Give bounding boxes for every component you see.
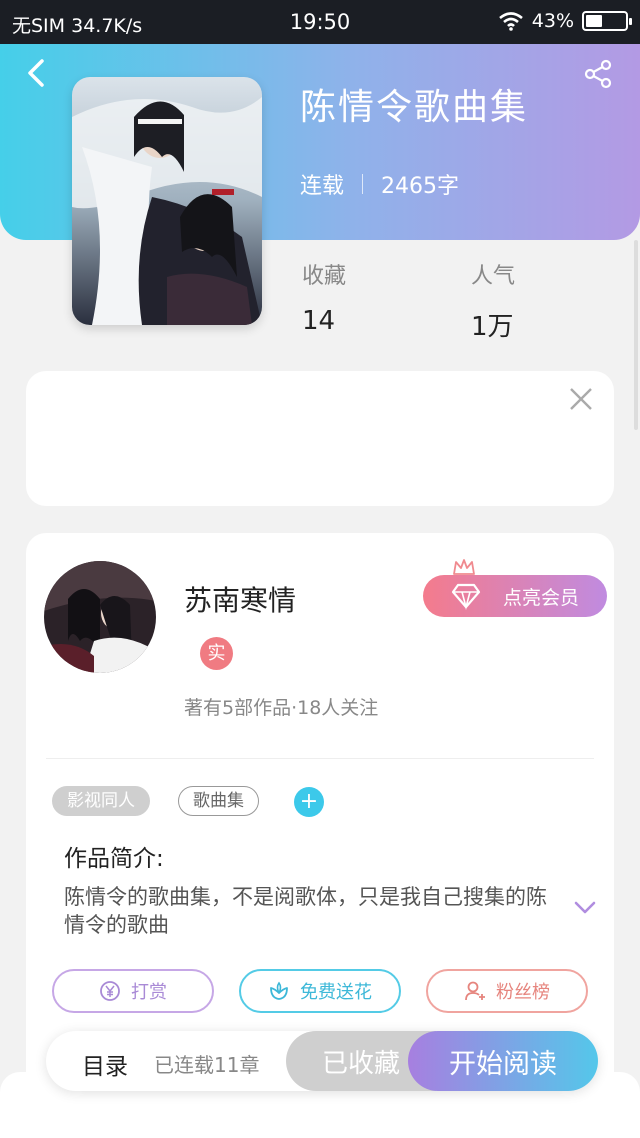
chapter-count: 已连载11章 [154,1053,260,1077]
chevron-down-icon[interactable] [574,901,596,915]
diamond-icon [451,583,481,610]
vip-button-label: 点亮会员 [502,586,579,609]
yen-coin-icon [100,981,120,1001]
avatar-illustration [44,561,156,673]
tip-label: 打赏 [131,982,167,1003]
user-rank-icon [465,981,485,1001]
word-count: 2465字 [381,174,460,199]
flower-icon [270,981,288,1000]
bottom-action-bar: 目录 已连载11章 已收藏 开始阅读 [46,1031,598,1091]
intro-text: 陈情令的歌曲集，不是阅歌体，只是我自己搜集的陈情令的歌曲 [64,885,547,937]
popularity-stat: 人气 1万 [471,258,515,343]
favorites-stat: 收藏 14 [302,258,346,336]
intro-label: 作品简介: [64,846,164,872]
author-stats: 著有5部作品·18人关注 [184,697,379,719]
author-avatar[interactable] [44,561,156,673]
wifi-icon [498,12,523,31]
collected-label: 已收藏 [321,1048,400,1079]
section-divider [46,758,594,759]
book-meta: 连载 2465字 [300,168,459,200]
crown-icon [453,559,475,577]
battery-percent: 43% [531,10,574,32]
favorites-label: 收藏 [302,264,347,289]
start-reading-label: 开始阅读 [449,1048,557,1080]
catalog-button[interactable]: 目录 [82,1047,128,1081]
status-bar: 无SIM 34.7K/s 19:50 43% [0,0,640,44]
start-reading-button[interactable]: 开始阅读 [408,1031,598,1091]
battery-fill [586,15,603,27]
ad-card [26,371,614,506]
status-right: 43% [498,10,632,32]
scrollbar[interactable] [634,240,638,430]
cover-illustration [72,77,262,325]
close-icon[interactable] [568,386,594,412]
back-arrow-icon[interactable] [20,56,54,90]
tag-song-collection[interactable]: 歌曲集 [178,786,259,816]
meta-divider [362,174,364,194]
author-card: 苏南寒情 实 著有5部作品·18人关注 点亮会员 影视同人 歌曲集 + 作品简介… [26,533,614,1093]
author-name[interactable]: 苏南寒情 [184,579,296,619]
tip-button[interactable]: 打赏 [52,969,214,1013]
battery-icon [582,11,632,31]
fans-ranking-button[interactable]: 粉丝榜 [426,969,588,1013]
popularity-value: 1万 [471,312,514,342]
vip-button[interactable]: 点亮会员 [423,575,607,617]
popularity-label: 人气 [471,264,516,289]
tag-film-fanfic[interactable]: 影视同人 [52,786,150,816]
serial-status: 连载 [300,174,345,199]
book-cover[interactable] [72,77,262,325]
send-flower-button[interactable]: 免费送花 [239,969,401,1013]
favorites-value: 14 [302,306,336,336]
plus-icon: + [299,789,319,814]
flower-label: 免费送花 [300,982,372,1003]
fans-label: 粉丝榜 [496,982,550,1003]
share-icon[interactable] [582,58,614,90]
add-tag-button[interactable]: + [294,787,324,817]
book-title: 陈情令歌曲集 [300,87,529,128]
verified-badge: 实 [200,637,233,670]
